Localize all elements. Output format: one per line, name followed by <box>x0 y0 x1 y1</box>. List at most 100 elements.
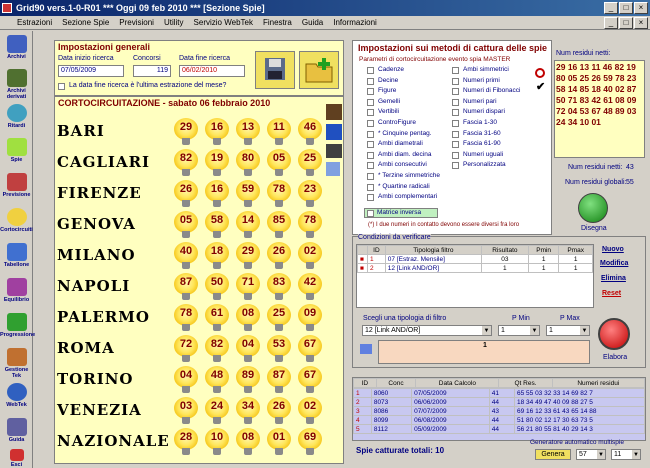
sidebar-item-equilibrio[interactable]: Equilibrio <box>0 278 33 303</box>
pencil-icon[interactable] <box>326 162 340 176</box>
bulb-number[interactable]: 09 <box>298 304 322 332</box>
bulb-number[interactable]: 80 <box>236 149 260 177</box>
bulb-number[interactable]: 03 <box>174 397 198 425</box>
sidebar-item-cortocircuiti[interactable]: Cortocircuiti <box>0 208 33 233</box>
bulb-number[interactable]: 40 <box>174 242 198 270</box>
menu-servizio-webtek[interactable]: Servizio WebTek <box>189 18 258 27</box>
stack-icon[interactable] <box>326 144 342 158</box>
method-checkbox[interactable] <box>367 109 374 117</box>
card-icon[interactable] <box>326 124 342 140</box>
bulb-number[interactable]: 05 <box>174 211 198 239</box>
bulb-number[interactable]: 04 <box>174 366 198 394</box>
bulb-number[interactable]: 78 <box>174 304 198 332</box>
method-checkbox[interactable] <box>367 130 374 138</box>
bulb-number[interactable]: 13 <box>236 118 260 146</box>
close-button[interactable]: × <box>634 2 648 14</box>
bulb-number[interactable]: 78 <box>267 180 291 208</box>
bulb-number[interactable]: 26 <box>267 242 291 270</box>
bulb-number[interactable]: 59 <box>236 180 260 208</box>
method-checkbox[interactable] <box>367 120 374 127</box>
method-checkbox[interactable] <box>367 194 374 202</box>
chevron-down-icon[interactable]: ▼ <box>597 450 605 459</box>
method-checkbox[interactable] <box>367 77 374 85</box>
reset-link[interactable]: Reset <box>602 290 621 297</box>
method-checkbox[interactable] <box>452 120 459 127</box>
bulb-number[interactable]: 72 <box>174 335 198 363</box>
method-checkbox[interactable] <box>367 98 374 106</box>
menu-previsioni[interactable]: Previsioni <box>114 18 159 27</box>
last-month-checkbox[interactable] <box>58 83 65 90</box>
menu-estrazioni[interactable]: Estrazioni <box>12 18 57 27</box>
bulb-number[interactable]: 25 <box>267 304 291 332</box>
method-checkbox[interactable] <box>452 77 459 85</box>
method-checkbox[interactable] <box>452 67 459 74</box>
bulb-number[interactable]: 08 <box>236 304 260 332</box>
bulb-number[interactable]: 58 <box>205 211 229 239</box>
maximize-button[interactable]: □ <box>619 2 633 14</box>
menu-finestra[interactable]: Finestra <box>258 18 297 27</box>
bulb-number[interactable]: 29 <box>174 118 198 146</box>
table-row[interactable]: 5 8112 05/09/2009 44 56 21 80 55 81 40 29 14… <box>353 424 645 434</box>
bulb-number[interactable]: 85 <box>267 211 291 239</box>
bulb-number[interactable]: 11 <box>267 118 291 146</box>
method-checkbox[interactable] <box>452 141 459 149</box>
bulb-number[interactable]: 26 <box>174 180 198 208</box>
bulb-number[interactable]: 23 <box>298 180 322 208</box>
sidebar-item-previsione[interactable]: Previsione <box>0 173 33 198</box>
delete-row-icon[interactable]: ■ <box>357 254 368 264</box>
mdi-close-button[interactable]: × <box>634 17 648 29</box>
end-date-input[interactable]: 06/02/2010 <box>179 65 245 77</box>
method-checkbox[interactable] <box>452 109 459 117</box>
genera-button[interactable]: Genera <box>535 449 571 460</box>
method-checkbox[interactable] <box>367 183 374 191</box>
start-date-input[interactable]: 07/05/2009 <box>58 65 124 77</box>
concorsi-input[interactable]: 119 <box>133 65 171 77</box>
bulb-number[interactable]: 34 <box>236 397 260 425</box>
sidebar-item-webtek[interactable]: WebTek <box>0 383 33 408</box>
bulb-number[interactable]: 05 <box>267 149 291 177</box>
table-row[interactable]: 1 8060 07/05/2009 41 65 55 03 32 33 14 69 82… <box>353 388 645 398</box>
pmax-select[interactable]: 1 ▼ <box>546 325 590 336</box>
no-icon[interactable] <box>535 68 545 78</box>
bulb-number[interactable]: 78 <box>298 211 322 239</box>
sidebar-item-tabellone[interactable]: Tabellone <box>0 243 33 268</box>
bulb-number[interactable]: 48 <box>205 366 229 394</box>
bulb-number[interactable]: 08 <box>236 428 260 456</box>
bulb-number[interactable]: 69 <box>298 428 322 456</box>
method-checkbox[interactable] <box>367 141 374 149</box>
method-checkbox[interactable] <box>367 173 374 180</box>
table-row[interactable]: 4 8099 06/08/2009 44 51 80 02 12 17 30 63 73… <box>353 415 645 425</box>
bulb-number[interactable]: 01 <box>267 428 291 456</box>
bulb-number[interactable]: 24 <box>205 397 229 425</box>
matrix-inverse-checkbox[interactable] <box>367 210 374 217</box>
check-icon[interactable]: ✔ <box>536 80 545 93</box>
bulb-number[interactable]: 16 <box>205 180 229 208</box>
method-checkbox[interactable] <box>452 162 459 170</box>
bulb-number[interactable]: 42 <box>298 273 322 301</box>
chevron-down-icon[interactable]: ▼ <box>580 326 589 335</box>
method-checkbox[interactable] <box>367 67 374 74</box>
chevron-down-icon[interactable]: ▼ <box>482 326 491 335</box>
sidebar-item-ritardi[interactable]: Ritardi <box>0 104 33 129</box>
bulb-number[interactable]: 02 <box>298 397 322 425</box>
modifica-link[interactable]: Modifica <box>600 260 628 267</box>
generator-count-1[interactable]: 57 ▼ <box>576 449 606 460</box>
disegna-button[interactable] <box>578 193 608 223</box>
method-checkbox[interactable] <box>367 162 374 170</box>
method-checkbox[interactable] <box>452 151 459 159</box>
chevron-down-icon[interactable]: ▼ <box>632 450 640 459</box>
bulb-number[interactable]: 19 <box>205 149 229 177</box>
method-checkbox[interactable] <box>367 151 374 159</box>
bulb-number[interactable]: 82 <box>205 335 229 363</box>
bulb-number[interactable]: 26 <box>267 397 291 425</box>
open-folder-button[interactable] <box>299 51 339 89</box>
minimize-button[interactable]: _ <box>604 2 618 14</box>
bulb-number[interactable]: 14 <box>236 211 260 239</box>
filter-select[interactable]: 12 [Link AND/OR] ▼ <box>362 325 492 336</box>
mdi-restore-button[interactable]: □ <box>619 17 633 29</box>
bulb-number[interactable]: 67 <box>298 366 322 394</box>
generator-count-2[interactable]: 11 ▼ <box>611 449 641 460</box>
delete-row-icon[interactable]: ■ <box>357 263 368 273</box>
nuovo-link[interactable]: Nuovo <box>602 246 624 253</box>
sidebar-item-archivi[interactable]: Archivi <box>0 35 33 60</box>
